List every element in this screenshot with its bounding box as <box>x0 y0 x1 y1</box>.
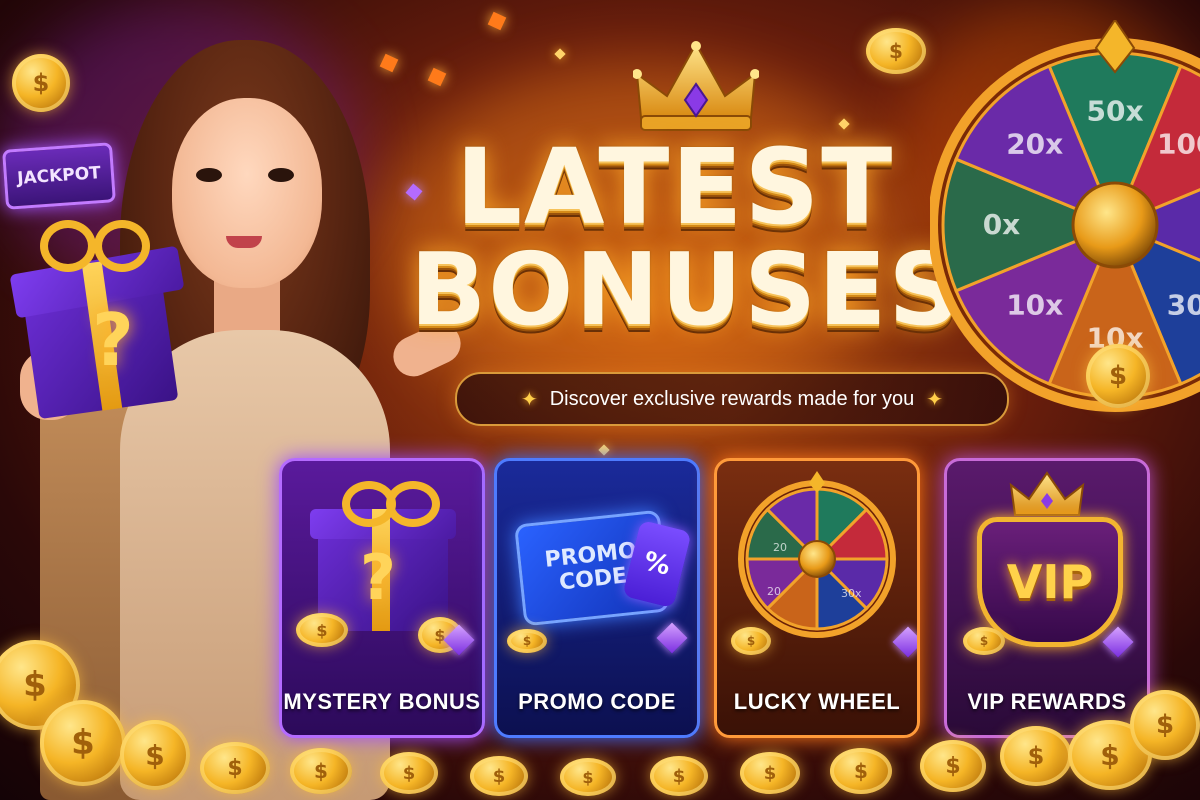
coin-icon: $ <box>200 742 270 794</box>
coin-icon: $ <box>40 700 126 786</box>
mini-wheel-label: 20 <box>773 541 787 554</box>
coin-icon: $ <box>12 54 70 112</box>
coin-icon: $ <box>507 629 547 653</box>
card-label: LUCKY WHEEL <box>733 689 901 714</box>
prize-wheel: 50x100x25x30x10x10x0x20x <box>930 20 1200 412</box>
coin-icon: $ <box>560 758 616 796</box>
person-eye <box>268 168 294 182</box>
coin-icon: $ <box>1086 344 1150 408</box>
card-mystery-bonus[interactable]: ? $ $ MYSTERY BONUS <box>279 458 485 738</box>
question-mark-icon: ? <box>360 541 396 614</box>
coin-icon: $ <box>740 752 800 794</box>
card-label: PROMO CODE <box>518 689 676 714</box>
wheel-segment-label: 30x <box>1167 288 1200 321</box>
coin-icon: $ <box>731 627 771 655</box>
wheel-segment-label: 10x <box>1006 288 1063 321</box>
wheel-segment-label: 0x <box>983 208 1021 241</box>
wheel-segment-label: 50x <box>1086 94 1143 127</box>
coin-icon: $ <box>1130 690 1200 760</box>
wheel-segment-label: 20x <box>1006 128 1063 161</box>
gem-icon <box>656 622 688 654</box>
headline-line1: LATEST <box>455 126 895 248</box>
ticket-line2: CODE <box>558 563 629 596</box>
mini-wheel-icon: 20 30x 20 <box>738 471 896 638</box>
crown-icon <box>1009 471 1085 516</box>
crown-icon <box>633 41 759 131</box>
headline-line2: BONUSES <box>410 231 963 348</box>
coin-icon: $ <box>120 720 190 790</box>
sparkle-icon <box>379 53 399 73</box>
subtitle-text: Discover exclusive rewards made for you <box>549 387 915 410</box>
jackpot-sign: JACKPOT <box>2 142 116 210</box>
sparkle-icon <box>598 444 610 456</box>
coin-icon: $ <box>650 756 708 796</box>
coin-icon: $ <box>920 740 986 792</box>
sparkle-icon <box>427 67 447 87</box>
question-mark-icon: ? <box>92 298 134 382</box>
card-label: MYSTERY BONUS <box>283 689 481 714</box>
card-label: VIP REWARDS <box>967 689 1127 714</box>
gem-icon <box>1102 626 1134 658</box>
card-promo-code[interactable]: PROMO CODE % $ PROMO CODE <box>494 458 700 738</box>
coin-icon: $ <box>963 627 1005 655</box>
coin-icon: $ <box>380 752 438 794</box>
sparkle-icon <box>487 11 507 31</box>
coin-icon: $ <box>1000 726 1072 786</box>
coin-icon: $ <box>290 748 352 794</box>
coin-icon: $ <box>296 613 348 647</box>
mini-wheel-label: 20 <box>767 585 781 598</box>
coin-icon: $ <box>470 756 528 796</box>
person-eye <box>196 168 222 182</box>
wheel-segment-label: 100x <box>1157 128 1200 161</box>
promo-banner: JACKPOT $ $ ? LATEST BONUSES ✦ Discover … <box>0 0 1200 800</box>
gift-box-icon: ? <box>308 481 458 631</box>
gift-box-icon: ? <box>0 220 200 420</box>
coin-icon: $ <box>866 28 926 74</box>
card-lucky-wheel[interactable]: 20 30x 20 $ LUCKY WHEEL <box>714 458 920 738</box>
subtitle-banner: ✦ Discover exclusive rewards made for yo… <box>455 372 1009 426</box>
sparkle-icon <box>554 48 566 60</box>
mini-wheel-label: 30x <box>841 587 862 600</box>
card-vip-rewards[interactable]: VIP $ VIP REWARDS <box>944 458 1150 738</box>
coin-icon: $ <box>830 748 892 794</box>
sparkle-icon: ✦ <box>520 388 538 411</box>
vip-badge: VIP <box>977 517 1123 647</box>
